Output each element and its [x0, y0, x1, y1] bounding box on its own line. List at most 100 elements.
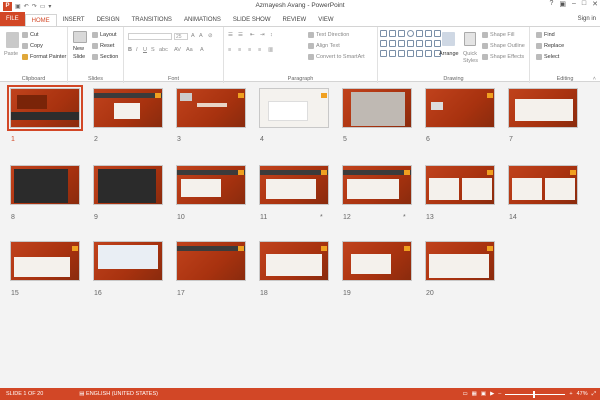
shape-bracket-icon[interactable]	[389, 50, 396, 57]
slide-thumbnail-15[interactable]	[10, 241, 80, 281]
slide-thumbnail-17[interactable]	[176, 241, 246, 281]
grow-font-icon[interactable]: A	[191, 33, 195, 39]
zoom-level[interactable]: 47%	[577, 391, 588, 397]
slide-thumbnail-7[interactable]	[508, 88, 578, 128]
font-color-icon[interactable]: A	[200, 47, 204, 53]
shape-heart-icon[interactable]	[416, 50, 423, 57]
tab-view[interactable]: VIEW	[312, 14, 339, 26]
slide-thumbnail-2[interactable]	[93, 88, 163, 128]
numbering-icon[interactable]: ☰	[238, 32, 243, 38]
columns-icon[interactable]: ▥	[268, 47, 273, 53]
align-center-icon[interactable]: ≡	[238, 47, 241, 53]
new-slide-button-line2[interactable]: Slide	[73, 54, 85, 60]
help-icon[interactable]: ?	[549, 0, 553, 8]
line-spacing-icon[interactable]: ↕	[270, 32, 273, 38]
shape-right-arrow-icon[interactable]	[398, 40, 405, 47]
replace-button[interactable]: Replace	[536, 43, 564, 49]
shape-curve-icon[interactable]	[380, 40, 387, 47]
slide-thumbnail-6[interactable]	[425, 88, 495, 128]
select-button[interactable]: Select	[536, 54, 559, 60]
bullets-icon[interactable]: ☰	[228, 32, 233, 38]
tab-home[interactable]: HOME	[24, 14, 57, 26]
language-status[interactable]: ▤ ENGLISH (UNITED STATES)	[49, 391, 164, 397]
shape-rounded-rect-icon[interactable]	[416, 30, 423, 37]
arrange-icon[interactable]	[442, 32, 455, 46]
shape-callout-icon[interactable]	[434, 40, 441, 47]
tab-review[interactable]: REVIEW	[277, 14, 313, 26]
shrink-font-icon[interactable]: A	[199, 33, 203, 39]
copy-button[interactable]: Copy	[22, 43, 43, 49]
slide-thumbnail-4[interactable]	[259, 88, 329, 128]
save-icon[interactable]: ▣	[15, 3, 21, 10]
quick-styles-button-line1[interactable]: Quick	[463, 51, 477, 57]
align-text-button[interactable]: Align Text	[308, 43, 340, 49]
normal-view-icon[interactable]: ▭	[462, 391, 467, 397]
shape-effects-button[interactable]: Shape Effects	[482, 54, 524, 60]
slide-thumbnail-11[interactable]	[259, 165, 329, 205]
slide-show-view-icon[interactable]: ▶	[490, 391, 494, 397]
strikethrough-icon[interactable]: abc	[159, 47, 168, 53]
new-slide-icon[interactable]	[73, 31, 87, 43]
shape-brace-icon[interactable]	[425, 40, 432, 47]
sign-in-link[interactable]: Sign in	[578, 16, 596, 22]
slide-thumbnail-9[interactable]	[93, 165, 163, 205]
slide-thumbnail-8[interactable]	[10, 165, 80, 205]
shape-pentagon-icon[interactable]	[407, 50, 414, 57]
change-case-icon[interactable]: Aa	[186, 47, 193, 53]
maximize-icon[interactable]: □	[582, 0, 586, 8]
slide-thumbnail-18[interactable]	[259, 241, 329, 281]
slide-thumbnail-5[interactable]	[342, 88, 412, 128]
find-button[interactable]: Find	[536, 32, 555, 38]
shape-oval-icon[interactable]	[407, 30, 414, 37]
justify-icon[interactable]: ≡	[258, 47, 261, 53]
shape-outline-button[interactable]: Shape Outline	[482, 43, 525, 49]
shape-elbow-icon[interactable]	[434, 30, 441, 37]
shape-cloud-icon[interactable]	[425, 50, 432, 57]
paste-icon[interactable]	[6, 32, 19, 48]
reset-button[interactable]: Reset	[92, 43, 114, 49]
reading-view-icon[interactable]: ▣	[481, 391, 486, 397]
slide-thumbnail-3[interactable]	[176, 88, 246, 128]
section-button[interactable]: Section	[92, 54, 118, 60]
zoom-slider-thumb[interactable]	[533, 390, 536, 398]
ribbon-display-icon[interactable]: ▣	[559, 0, 566, 8]
slide-thumbnail-16[interactable]	[93, 241, 163, 281]
slide-thumbnail-1[interactable]	[7, 85, 83, 131]
quick-styles-icon[interactable]	[464, 32, 476, 46]
shape-hexagon-icon[interactable]	[398, 50, 405, 57]
decrease-indent-icon[interactable]: ⇤	[250, 32, 255, 38]
zoom-out-icon[interactable]: –	[498, 391, 501, 397]
arrange-button[interactable]: Arrange	[439, 51, 459, 57]
tab-animations[interactable]: ANIMATIONS	[178, 14, 227, 26]
cut-button[interactable]: Cut	[22, 32, 39, 38]
shape-rectangle-icon[interactable]	[380, 30, 387, 37]
fit-to-window-icon[interactable]: ⤢	[592, 391, 596, 398]
bold-icon[interactable]: B	[128, 47, 132, 53]
slide-thumbnail-20[interactable]	[425, 241, 495, 281]
quick-styles-button-line2[interactable]: Styles	[463, 58, 478, 64]
shadow-icon[interactable]: S	[151, 47, 155, 53]
slide-thumbnail-10[interactable]	[176, 165, 246, 205]
shape-star-icon[interactable]	[416, 40, 423, 47]
customize-qat-icon[interactable]: ▾	[48, 3, 51, 10]
clear-formatting-icon[interactable]: ⊘	[208, 33, 213, 39]
font-name-field[interactable]	[128, 33, 172, 40]
slide-thumbnail-13[interactable]	[425, 165, 495, 205]
shapes-gallery[interactable]	[380, 30, 441, 60]
layout-button[interactable]: Layout	[92, 32, 117, 38]
close-icon[interactable]: ✕	[592, 0, 598, 8]
slide-thumbnail-19[interactable]	[342, 241, 412, 281]
undo-icon[interactable]: ↶	[24, 3, 29, 10]
convert-to-smartart-button[interactable]: Convert to SmartArt	[308, 54, 365, 60]
shape-left-arrow-icon[interactable]	[380, 50, 387, 57]
zoom-in-icon[interactable]: +	[569, 391, 572, 397]
start-from-beginning-icon[interactable]: ▭	[40, 3, 46, 10]
tab-design[interactable]: DESIGN	[91, 14, 126, 26]
shape-down-arrow-icon[interactable]	[407, 40, 414, 47]
collapse-ribbon-icon[interactable]: ˄	[593, 76, 596, 82]
format-painter-button[interactable]: Format Painter	[22, 54, 66, 60]
shape-textbox-icon[interactable]	[389, 40, 396, 47]
tab-slide-show[interactable]: SLIDE SHOW	[227, 14, 277, 26]
tab-file[interactable]: FILE	[0, 12, 25, 26]
slide-sorter-view-icon[interactable]: ▦	[472, 391, 477, 397]
